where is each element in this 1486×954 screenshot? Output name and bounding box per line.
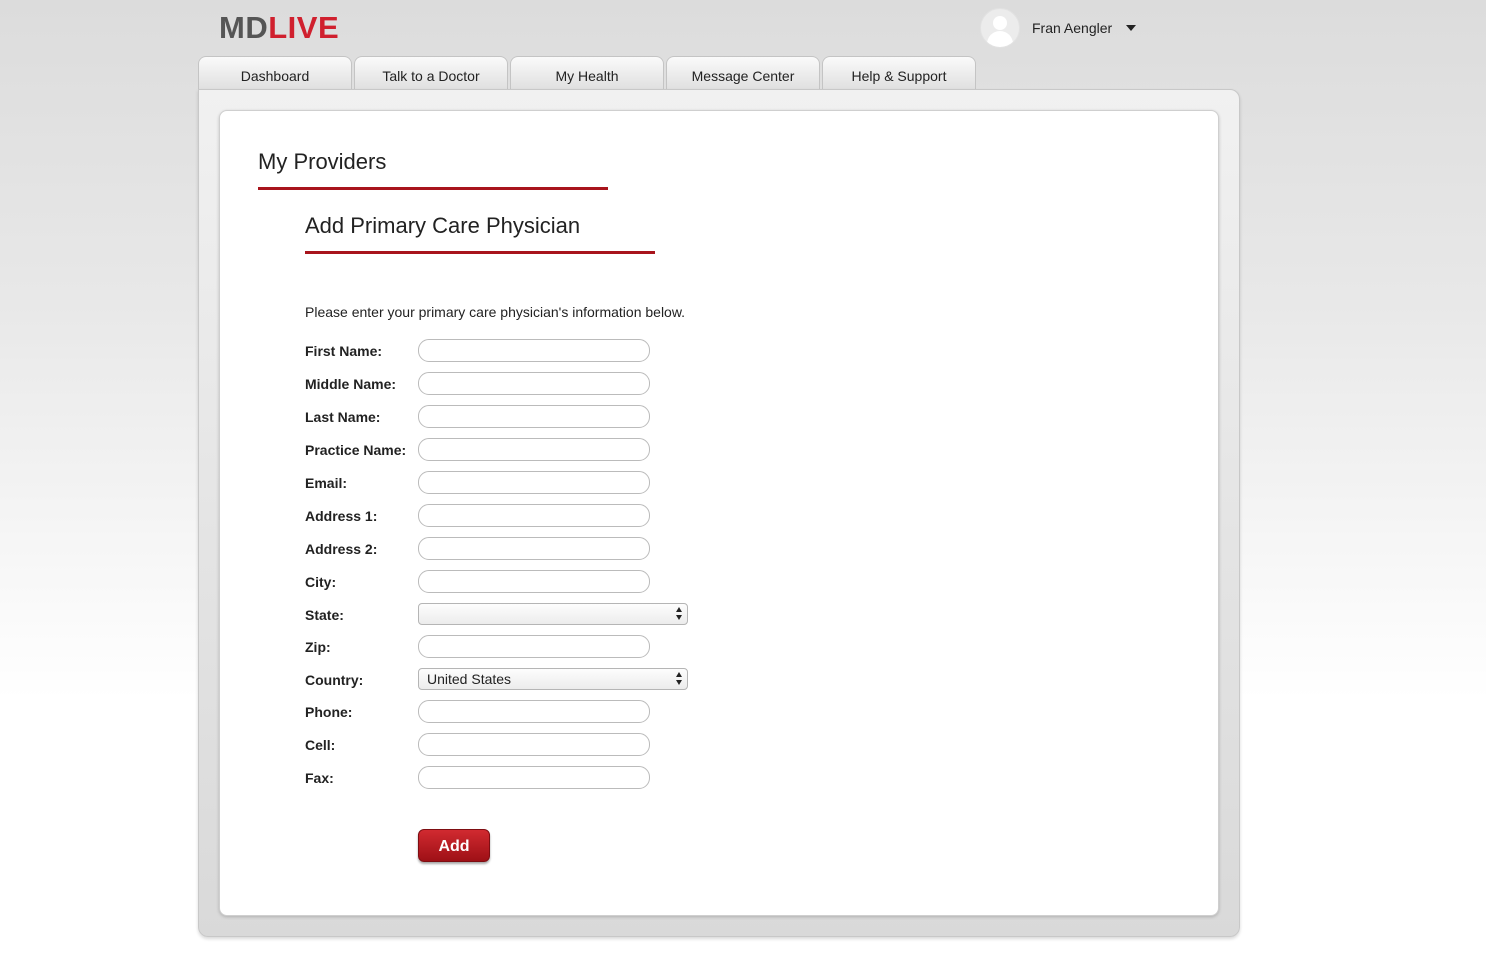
content-card: My Providers Add Primary Care Physician …	[219, 110, 1219, 916]
state-select[interactable]	[418, 603, 688, 625]
select-arrows-icon	[676, 672, 683, 686]
section-title-underline	[305, 251, 655, 254]
user-name[interactable]: Fran Aengler	[1032, 20, 1112, 36]
logo-md-text: MD	[219, 10, 269, 45]
country-select[interactable]: United States	[418, 668, 688, 690]
tab-dashboard[interactable]: Dashboard	[198, 56, 352, 89]
content-shell: My Providers Add Primary Care Physician …	[198, 89, 1240, 937]
logo-live-text: LIVE	[268, 10, 340, 45]
first-name-input[interactable]	[418, 339, 650, 362]
add-button[interactable]: Add	[418, 829, 490, 862]
middle-name-label: Middle Name:	[305, 376, 397, 392]
caret-down-icon[interactable]	[1126, 25, 1137, 31]
tab-my-health[interactable]: My Health	[510, 56, 664, 89]
address1-input[interactable]	[418, 504, 650, 527]
country-selected-value: United States	[427, 671, 512, 687]
mdlive-logo[interactable]: MDLIVE	[219, 12, 339, 44]
zip-label: Zip:	[305, 639, 331, 655]
zip-input[interactable]	[418, 635, 650, 658]
user-menu[interactable]: Fran Aengler	[980, 8, 1137, 48]
email-label: Email:	[305, 475, 348, 491]
section-title: Add Primary Care Physician	[305, 213, 581, 238]
practice-name-input[interactable]	[418, 438, 650, 461]
phone-label: Phone:	[305, 704, 353, 720]
address1-label: Address 1:	[305, 508, 378, 524]
state-label: State:	[305, 607, 344, 623]
tab-talk-to-a-doctor[interactable]: Talk to a Doctor	[354, 56, 508, 89]
middle-name-input[interactable]	[418, 372, 650, 395]
city-input[interactable]	[418, 570, 650, 593]
tab-help-support[interactable]: Help & Support	[822, 56, 976, 89]
practice-name-label: Practice Name:	[305, 442, 407, 458]
phone-input[interactable]	[418, 700, 650, 723]
main-nav: Dashboard Talk to a Doctor My Health Mes…	[198, 56, 978, 89]
address2-input[interactable]	[418, 537, 650, 560]
fax-label: Fax:	[305, 770, 334, 786]
last-name-label: Last Name:	[305, 409, 381, 425]
page-title: My Providers	[258, 149, 387, 174]
select-arrows-icon	[676, 607, 683, 621]
first-name-label: First Name:	[305, 343, 383, 359]
country-label: Country:	[305, 672, 364, 688]
page-title-underline	[258, 187, 608, 190]
cell-label: Cell:	[305, 737, 336, 753]
user-avatar-icon[interactable]	[980, 8, 1020, 48]
address2-label: Address 2:	[305, 541, 378, 557]
email-input[interactable]	[418, 471, 650, 494]
cell-input[interactable]	[418, 733, 650, 756]
city-label: City:	[305, 574, 337, 590]
form-intro-text: Please enter your primary care physician…	[305, 304, 686, 320]
fax-input[interactable]	[418, 766, 650, 789]
tab-message-center[interactable]: Message Center	[666, 56, 820, 89]
last-name-input[interactable]	[418, 405, 650, 428]
